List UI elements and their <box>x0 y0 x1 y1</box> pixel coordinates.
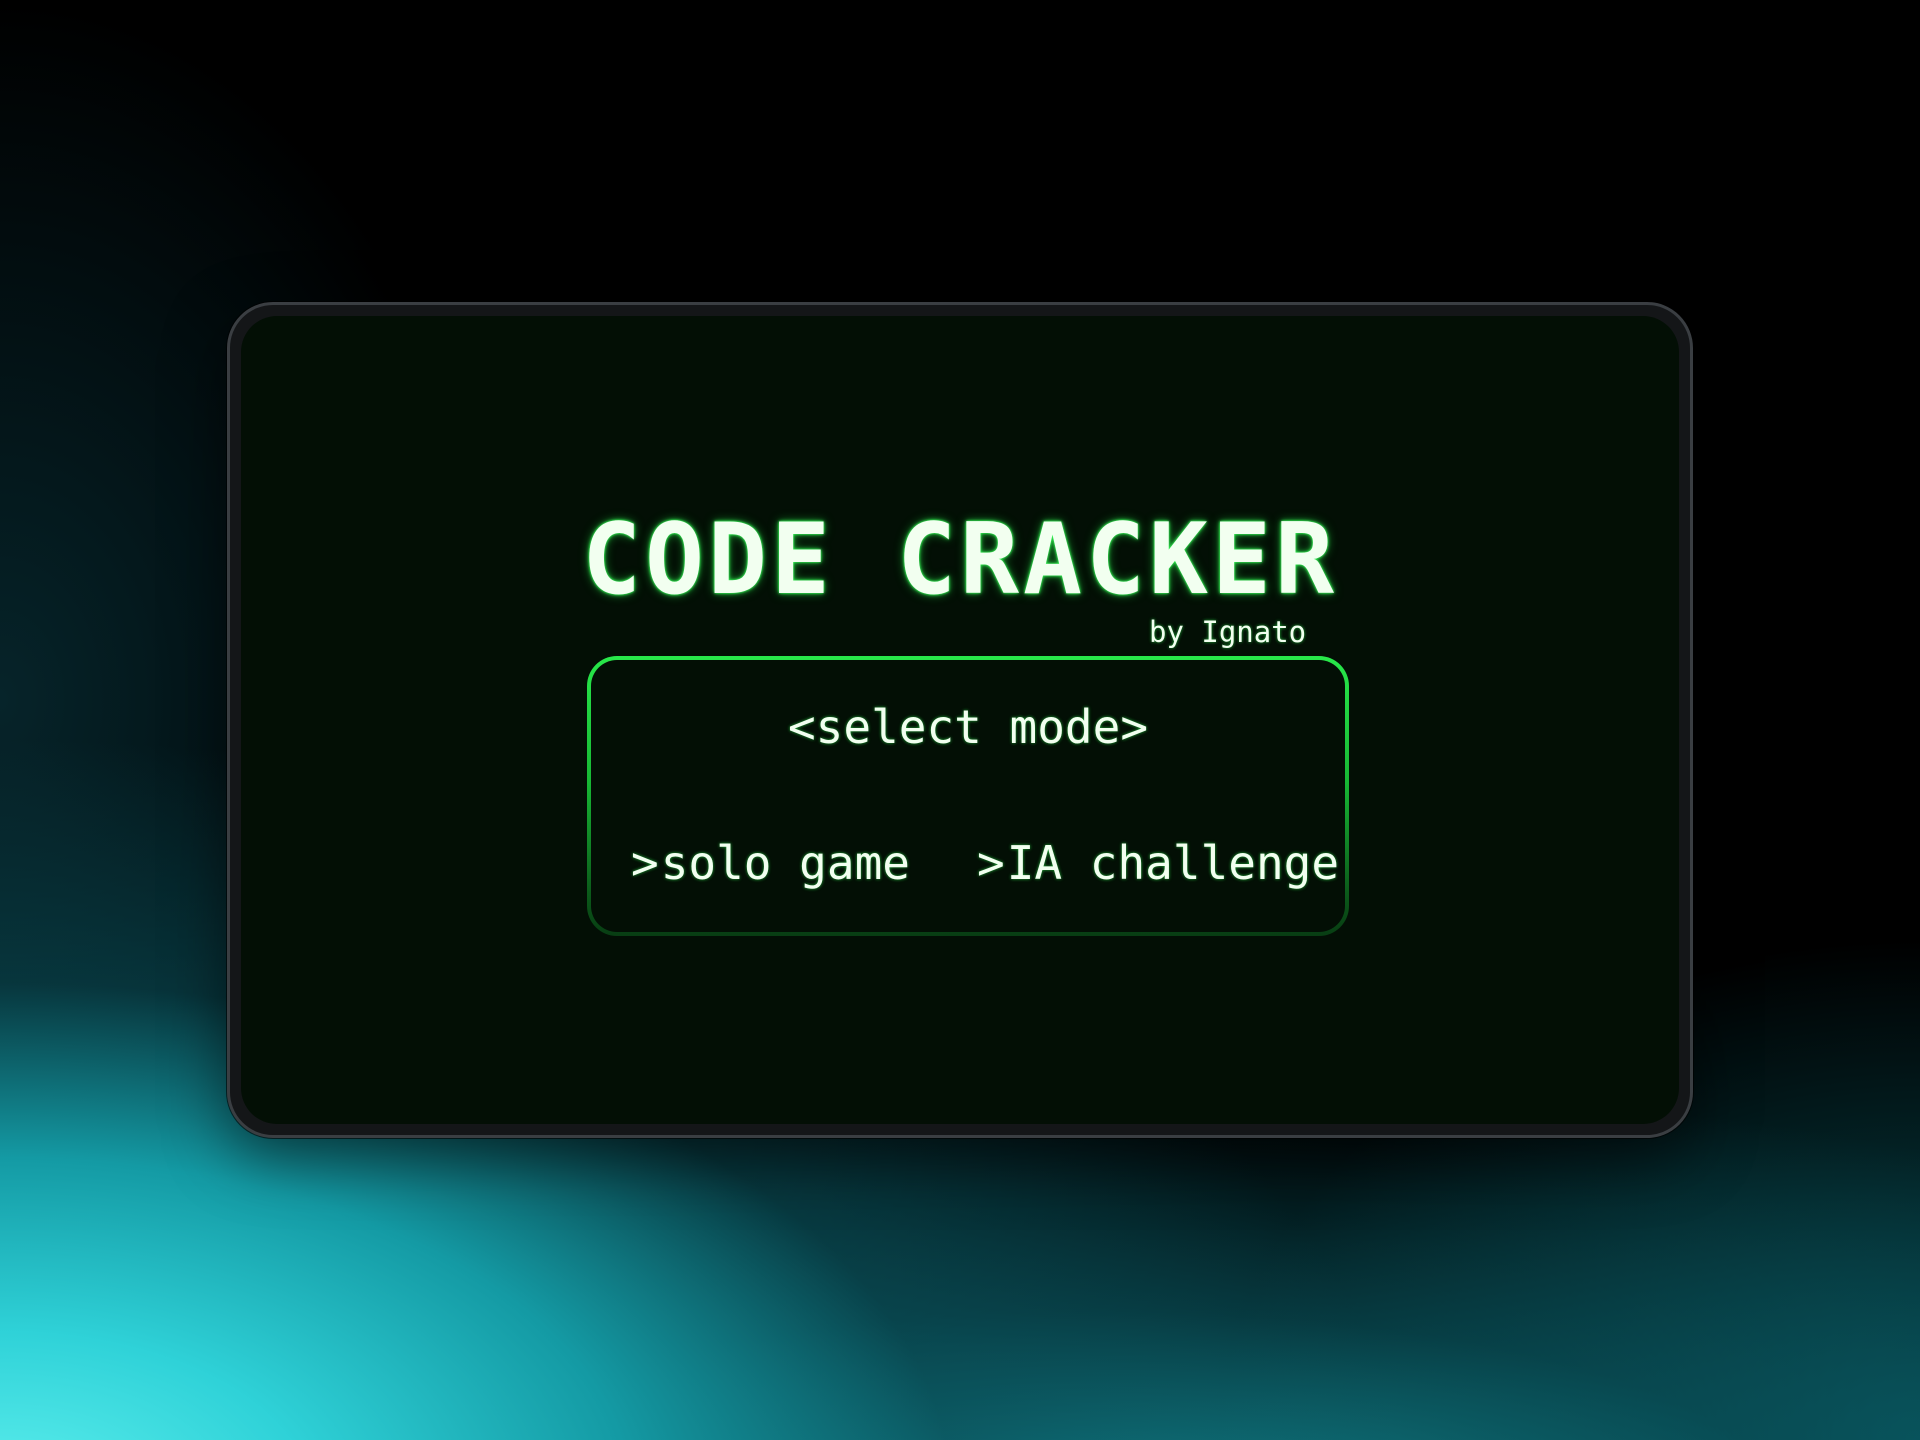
mode-select-menu: <select mode> >solo game >IA challenge <box>587 656 1349 936</box>
device-frame: CODE CRACKER by Ignato <select mode> >so… <box>227 302 1693 1138</box>
ia-challenge-option[interactable]: >IA challenge <box>977 840 1339 886</box>
prompt-arrow-icon: > <box>631 836 659 890</box>
prompt-arrow-icon: > <box>977 836 1005 890</box>
option-label: IA challenge <box>1006 836 1340 890</box>
game-byline: by Ignato <box>1149 615 1307 649</box>
menu-heading: <select mode> <box>787 700 1149 754</box>
game-title: CODE CRACKER <box>581 503 1338 617</box>
option-label: solo game <box>660 836 910 890</box>
game-screen: CODE CRACKER by Ignato <select mode> >so… <box>241 316 1679 1124</box>
solo-game-option[interactable]: >solo game <box>631 840 910 886</box>
